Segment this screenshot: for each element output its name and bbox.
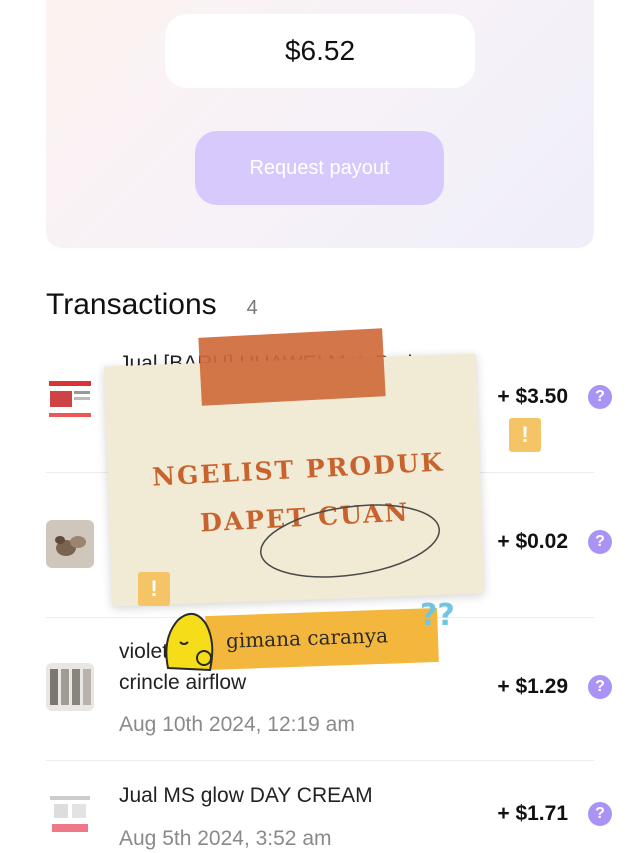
thinking-character-icon bbox=[165, 613, 214, 672]
help-icon[interactable]: ? bbox=[588, 385, 612, 409]
help-icon[interactable]: ? bbox=[588, 675, 612, 699]
balance-amount: $6.52 bbox=[165, 14, 475, 88]
question-marks-icon: ?? bbox=[420, 598, 455, 633]
request-payout-button[interactable]: Request payout bbox=[195, 131, 444, 205]
transaction-amount: + $1.29 bbox=[497, 675, 568, 698]
transaction-date: Aug 10th 2024, 12:19 am bbox=[119, 713, 355, 736]
transactions-count: 4 bbox=[246, 297, 258, 319]
row-divider bbox=[46, 760, 594, 761]
transaction-amount: + $3.50 bbox=[497, 385, 568, 408]
transaction-amount: + $0.02 bbox=[497, 530, 568, 553]
product-thumbnail[interactable] bbox=[46, 520, 94, 568]
product-thumbnail[interactable] bbox=[46, 663, 94, 711]
warning-badge-icon: ! bbox=[138, 572, 170, 606]
sticker-tape-top bbox=[198, 328, 386, 406]
product-thumbnail[interactable] bbox=[46, 375, 94, 423]
transaction-amount: + $1.71 bbox=[497, 802, 568, 825]
scribble-circle-icon bbox=[260, 504, 440, 578]
warning-badge-icon: ! bbox=[509, 418, 541, 452]
transaction-name[interactable]: Jual MS glow DAY CREAM bbox=[119, 784, 373, 808]
product-thumbnail[interactable] bbox=[46, 792, 94, 840]
help-icon[interactable]: ? bbox=[588, 802, 612, 826]
transaction-date: Aug 5th 2024, 3:52 am bbox=[119, 827, 332, 850]
transactions-title: Transactions bbox=[46, 288, 217, 321]
help-icon[interactable]: ? bbox=[588, 530, 612, 554]
transactions-header: Transactions 4 bbox=[46, 288, 258, 322]
